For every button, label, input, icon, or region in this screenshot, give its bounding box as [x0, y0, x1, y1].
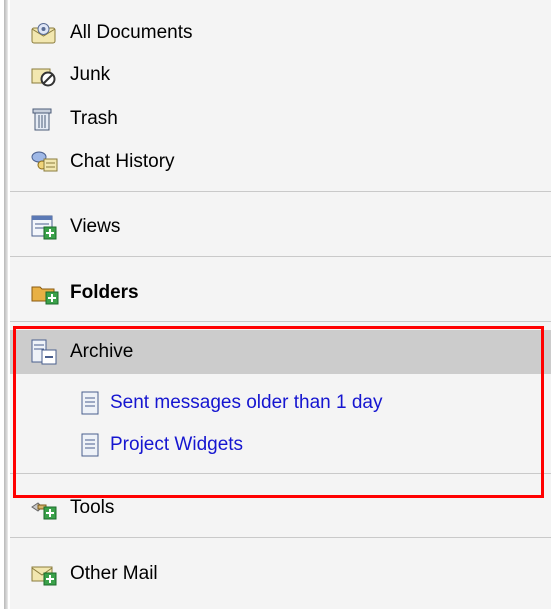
- sidebar-item-other-mail[interactable]: Other Mail: [30, 556, 158, 592]
- sidebar-item-label: Folders: [70, 282, 139, 303]
- sidebar-item-chat-history[interactable]: Chat History: [30, 144, 175, 180]
- sidebar-item-label: All Documents: [70, 22, 193, 43]
- sidebar-item-label: Other Mail: [70, 563, 158, 584]
- separator: [10, 191, 551, 192]
- sidebar-item-label: Trash: [70, 108, 118, 129]
- sidebar-item-label: Chat History: [70, 151, 175, 172]
- sidebar-item-views[interactable]: Views: [30, 209, 120, 245]
- folders-icon: [30, 278, 70, 308]
- sidebar-item-all-documents[interactable]: All Documents: [30, 15, 193, 51]
- separator: [10, 256, 551, 257]
- junk-icon: [30, 60, 70, 90]
- all-documents-icon: [30, 18, 70, 48]
- sidebar-item-trash[interactable]: Trash: [30, 101, 118, 137]
- trash-icon: [30, 104, 70, 134]
- sidebar-item-junk[interactable]: Junk: [30, 57, 110, 93]
- sidebar-item-label: Junk: [70, 64, 111, 85]
- separator: [10, 537, 551, 538]
- sidebar-item-label: Views: [70, 216, 121, 237]
- chat-history-icon: [30, 147, 70, 177]
- separator: [10, 321, 551, 322]
- highlight-box: [13, 326, 544, 498]
- sidebar-item-folders[interactable]: Folders: [30, 275, 139, 311]
- views-icon: [30, 212, 70, 242]
- sidebar-left-border: [0, 0, 8, 609]
- other-mail-icon: [30, 559, 70, 589]
- sidebar-item-label: Tools: [70, 497, 115, 518]
